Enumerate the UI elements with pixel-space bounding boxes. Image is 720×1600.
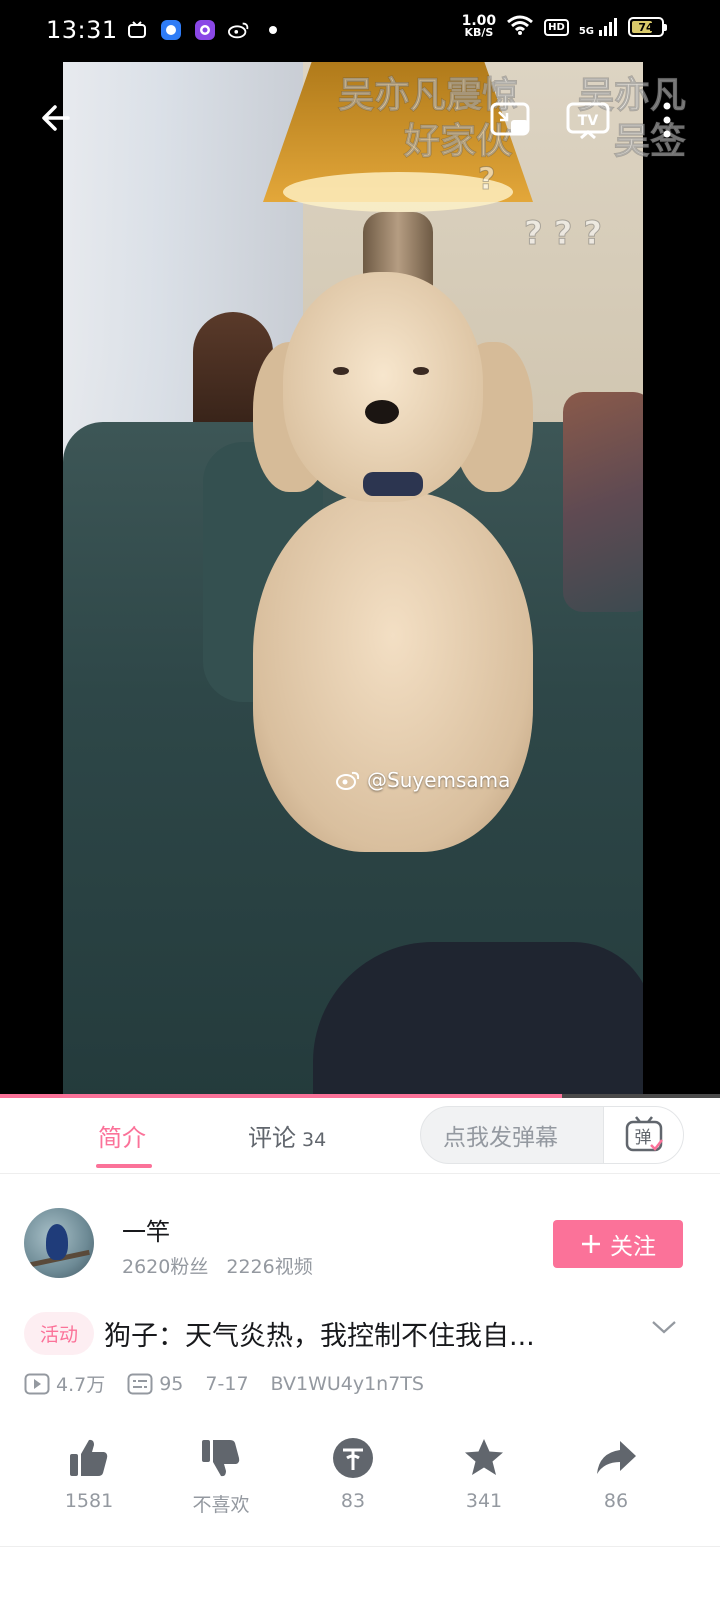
follow-button[interactable]: 关注 [553,1220,683,1268]
share-button[interactable]: 86 [566,1436,666,1512]
title-row[interactable]: 活动 狗子：天气炎热，我控制不住我自... [24,1310,696,1356]
tab-comments[interactable]: 评论 34 [248,1118,326,1153]
uploader-name[interactable]: 一竿 [122,1212,170,1247]
back-arrow-icon[interactable] [34,96,78,140]
action-bar: 1581 不喜欢 83 341 86 [0,1436,720,1546]
dog-eye-right [413,367,429,375]
danmaku-item: ? ? ? [524,214,603,253]
tab-comments-label: 评论 [248,1124,296,1152]
pip-icon[interactable] [486,96,534,144]
avatar-bird [46,1224,68,1260]
favorite-button[interactable]: 341 [434,1436,534,1512]
coin-button[interactable]: 83 [303,1436,403,1512]
danmaku-input[interactable]: 点我发弹幕 弹 [420,1106,684,1164]
avatar[interactable] [24,1208,94,1278]
video-watermark: @Suyemsama [335,768,510,792]
plus-icon [582,1235,600,1253]
share-arrow-icon [597,1441,636,1474]
thumbs-down-icon [202,1440,240,1477]
svg-text:弹: 弹 [634,1128,651,1148]
dog-eye-left [333,367,349,375]
play-count-icon [24,1373,50,1394]
tab-comments-count: 34 [302,1129,327,1151]
activity-tag[interactable]: 活动 [24,1311,95,1355]
tv-cast-icon[interactable]: TV [564,96,612,144]
browser-app-icon [160,19,182,41]
dog-nose [365,400,399,424]
svg-text:TV: TV [578,113,599,129]
danmaku-count-icon [127,1373,153,1394]
danmaku-meta: 95 [127,1373,183,1395]
bvid-meta[interactable]: BV1WU4y1n7TS [271,1373,424,1395]
more-options-icon[interactable] [654,96,680,144]
camera-app-icon [194,19,216,41]
dislike-button[interactable]: 不喜欢 [171,1436,271,1517]
follow-label: 关注 [610,1234,656,1260]
views-meta: 4.7万 [24,1370,105,1397]
pillow [563,392,643,612]
coin-icon [333,1438,373,1478]
tab-bar: 简介 评论 34 点我发弹幕 弹 [0,1098,720,1174]
video-player[interactable]: @Suyemsama 吴亦凡震惊 好家伙 吴亦凡 吴签 ? ? ? ? TV [0,62,720,1098]
date-meta: 7-17 [205,1372,249,1395]
status-right: 1.00 KB/S HD 5G 74 [461,13,667,40]
tab-intro[interactable]: 简介 [98,1118,146,1153]
uploader-fans: 2620粉丝 [122,1256,209,1278]
status-bar: 13:31 1.00 KB/S HD 5G 74 [0,0,720,62]
chevron-down-icon[interactable] [650,1318,678,1340]
wifi-icon [506,14,534,40]
like-button[interactable]: 1581 [39,1436,139,1512]
danmaku-tv-icon: 弹 [625,1116,663,1152]
danmaku-placeholder[interactable]: 点我发弹幕 [421,1118,603,1152]
hd-badge: HD [544,18,569,36]
signal-icon: 5G [579,17,618,37]
tv-app-icon [126,19,148,41]
dog-body [253,492,533,852]
weibo-app-icon [228,19,250,41]
battery-icon: 74 [628,17,667,37]
dog-collar [363,472,423,496]
bottom-divider [0,1546,720,1547]
video-title[interactable]: 狗子：天气炎热，我控制不住我自... [104,1314,614,1353]
danmaku-item: ? [477,162,496,198]
notification-dot-icon [262,19,284,41]
thumbs-up-icon [70,1439,108,1476]
status-time: 13:31 [46,16,118,44]
weibo-watermark-icon [336,771,360,790]
video-meta: 4.7万 95 7-17 BV1WU4y1n7TS [24,1370,446,1397]
uploader-videos: 2226视频 [226,1256,313,1278]
jacket [313,942,643,1098]
tab-underline [96,1164,152,1168]
danmaku-toggle-button[interactable]: 弹 [603,1107,683,1163]
status-app-icons [126,19,284,41]
uploader-section: 一竿 2620粉丝 2226视频 关注 [0,1200,720,1290]
star-icon [465,1439,503,1475]
dog-head [283,272,483,502]
uploader-stats: 2620粉丝 2226视频 [122,1252,313,1279]
net-speed: 1.00 KB/S [461,13,497,39]
